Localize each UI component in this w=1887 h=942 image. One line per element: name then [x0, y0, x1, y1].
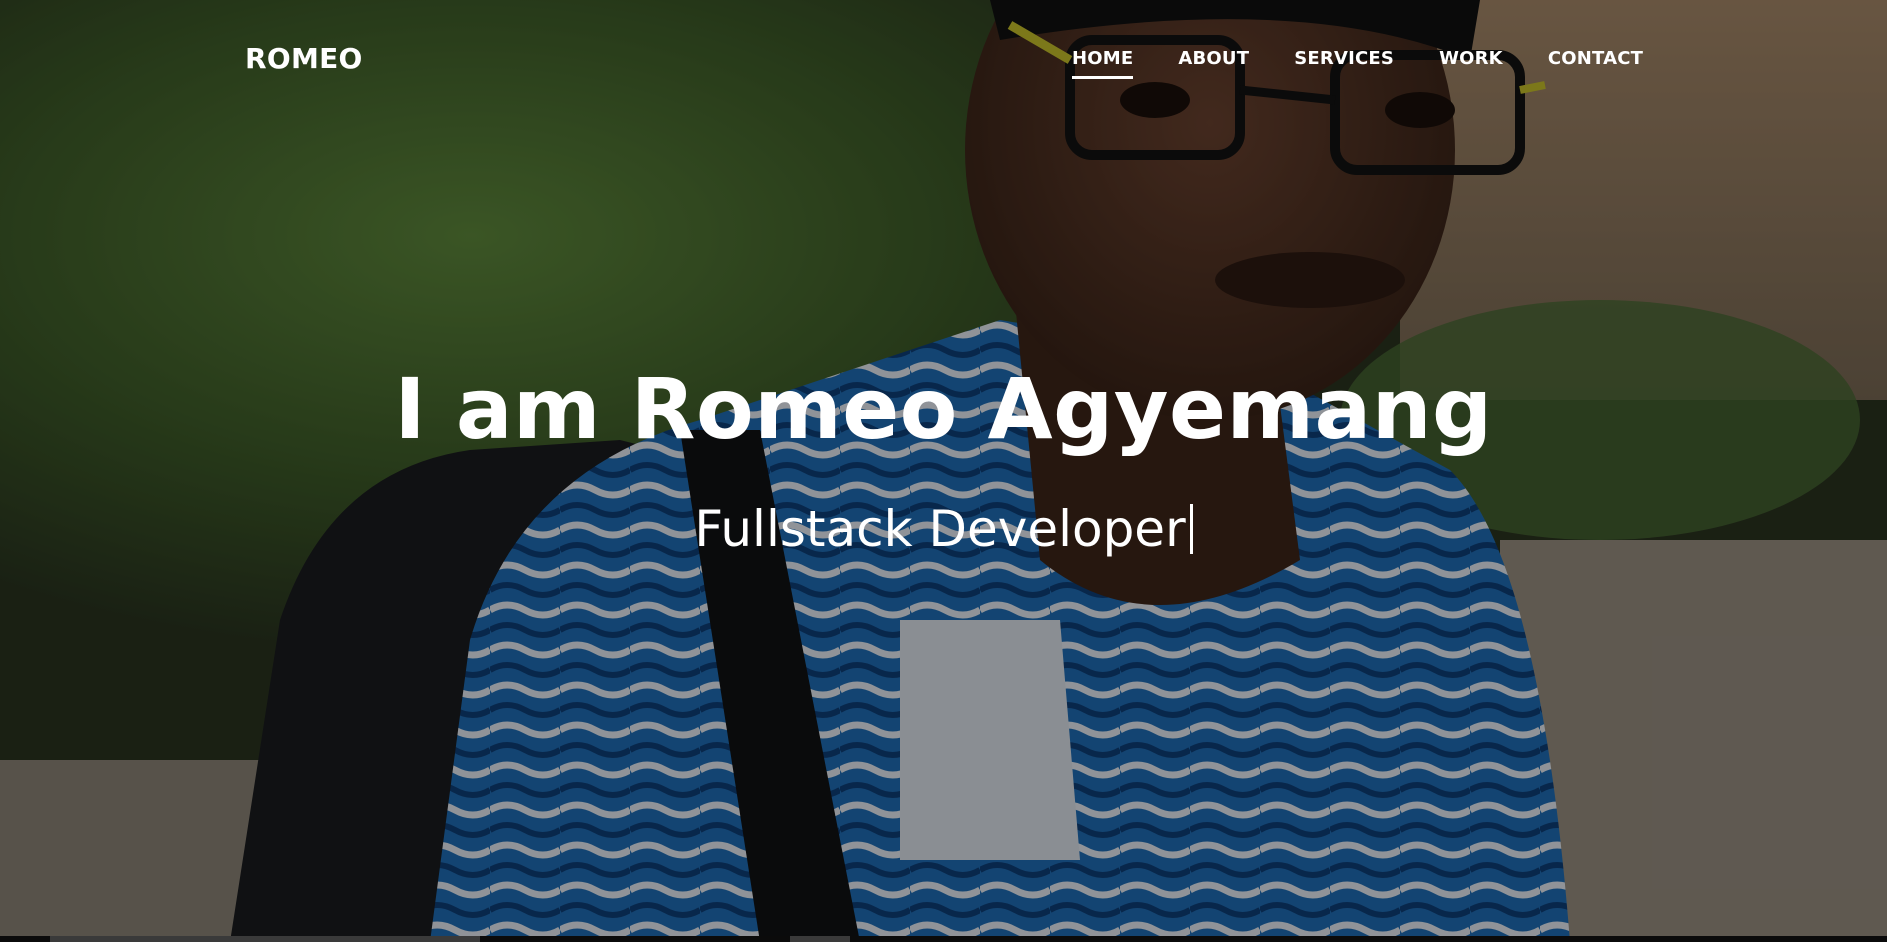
hero-section: ROMEO HOME ABOUT SERVICES WORK CONTACT I…	[0, 0, 1887, 942]
typing-cursor	[1189, 504, 1193, 554]
nav-item-home: HOME	[1072, 48, 1134, 79]
nav-link-contact[interactable]: CONTACT	[1548, 48, 1643, 79]
nav-link-services[interactable]: SERVICES	[1294, 48, 1394, 79]
nav-item-contact: CONTACT	[1548, 48, 1643, 79]
hero-overlay	[0, 0, 1887, 942]
bottom-edge-bar	[0, 936, 1887, 942]
nav-item-services: SERVICES	[1294, 48, 1394, 79]
bottom-bar-segment	[50, 936, 480, 942]
nav-link-about[interactable]: ABOUT	[1178, 48, 1249, 79]
top-navbar: ROMEO HOME ABOUT SERVICES WORK CONTACT	[0, 0, 1887, 120]
nav-item-about: ABOUT	[1178, 48, 1249, 79]
nav-menu: HOME ABOUT SERVICES WORK CONTACT	[1072, 48, 1643, 79]
nav-link-work[interactable]: WORK	[1439, 48, 1503, 79]
bottom-bar-segment	[790, 936, 850, 942]
hero-headline: I am Romeo Agyemang	[394, 360, 1493, 458]
nav-item-work: WORK	[1439, 48, 1503, 79]
brand-logo-link[interactable]: ROMEO	[245, 42, 363, 75]
hero-subline: Fullstack Developer	[0, 500, 1887, 558]
nav-link-home[interactable]: HOME	[1072, 48, 1134, 79]
typed-role-text: Fullstack Developer	[694, 500, 1186, 558]
